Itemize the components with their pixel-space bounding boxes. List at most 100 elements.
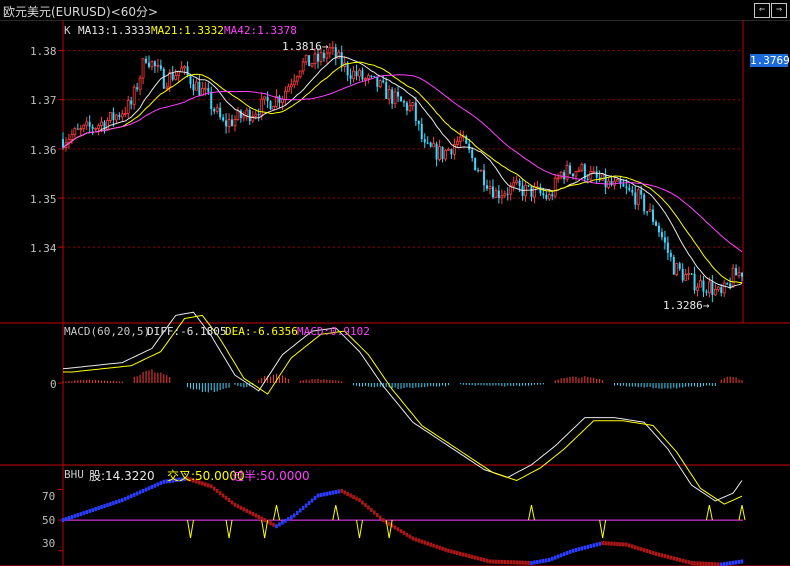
candle-body [438,146,441,160]
bhu-dot [651,550,655,555]
bhu-dot [254,513,258,518]
candle-body [174,75,178,81]
bhu-dot [509,560,513,565]
macd-indicator [62,311,743,505]
bhu-dot [292,513,296,518]
candle-body [491,186,494,198]
bhu-dot [278,522,281,527]
candle-body [616,179,619,182]
candlesticks [62,41,743,303]
bhu-dot [722,562,726,566]
candle-body [497,190,500,198]
bhu-dot [568,549,572,554]
candle-body [515,180,519,184]
candle-body [684,274,688,281]
candle-body [331,46,335,49]
candle-body [479,169,483,172]
bhu-dot [88,509,91,514]
bhu-dot [494,559,498,564]
candle-body [328,47,332,54]
bhu-dot [245,508,249,513]
bhu-dot [100,505,103,510]
candle-body [88,121,91,127]
candle-body [586,178,589,180]
bhu-dot [467,554,471,559]
candle-body [556,177,560,180]
candle-body [494,190,498,198]
candle-body [408,105,412,111]
next-arrow-icon[interactable]: ⇒ [771,3,787,18]
current-price-badge: 1.3769 [750,54,790,67]
bhu-dot [553,555,557,560]
price-tick: 1.36 [30,144,57,157]
candle-body [130,100,133,105]
candle-body [165,86,169,89]
bhu-dot [521,560,524,565]
bhu-dot [275,524,278,529]
candle-body [358,69,361,77]
bhu-dot [580,546,584,551]
bhu-dot [334,490,338,495]
candle-body [628,187,631,191]
candle-body [622,184,625,187]
bhu-dot [387,521,391,526]
bhu-dot [141,488,145,493]
bhu-dot [559,553,563,558]
candle-body [171,72,174,80]
candle-body [245,109,249,116]
bhu-dot [438,545,441,550]
bhu-tick: 30 [42,537,56,550]
candle-body [266,96,269,102]
candle-body [281,98,284,104]
candle-body [308,55,311,67]
candle-body [402,101,405,103]
candle-body [313,53,317,64]
price-tick: 1.34 [30,242,57,255]
candle-body [269,101,272,110]
bhu-dot [123,496,127,501]
bhu-dot [159,481,163,486]
bhu-dot [251,511,255,516]
candle-body [636,189,640,206]
candle-body [450,149,453,155]
prev-arrow-icon[interactable]: ⇐ [754,3,770,18]
candle-body [592,171,596,173]
candle-body [527,185,530,187]
candle-body [242,114,246,119]
candle-body [145,58,148,63]
candle-body [153,61,156,67]
bhu-dot [331,490,335,495]
bhu-dot [473,555,477,560]
bhu-dot [583,545,587,550]
candle-body [488,186,492,190]
candle-body [610,181,613,186]
candle-body [574,171,578,177]
candle-body [120,113,124,118]
candle-body [219,107,222,118]
bhu-dot [112,501,115,506]
candle-body [503,193,507,197]
bhu-dot [295,510,299,515]
bhu-cross-up-signal [332,504,340,521]
macd-value: MACD:0.9102 [297,325,370,338]
candle-body [387,89,391,100]
candle-body [94,128,98,130]
candle-body [705,291,708,293]
bhu-dot [340,488,344,493]
bhu-dot [687,560,690,565]
bhu-dot [648,549,652,554]
candle-body [672,256,675,275]
candle-body [340,52,343,67]
candle-body [741,272,743,277]
bhu-guoban-value: 过半:50.0000 [232,469,310,483]
bhu-dot [162,479,166,484]
candle-body [304,54,308,63]
candle-body [73,128,77,136]
candle-body [213,108,216,112]
bhu-dot [375,513,379,518]
bhu-dot [740,559,744,564]
chart-canvas[interactable] [0,20,790,566]
price-tick: 1.37 [30,94,57,107]
bhu-dot [76,513,80,518]
candle-body [604,174,607,188]
